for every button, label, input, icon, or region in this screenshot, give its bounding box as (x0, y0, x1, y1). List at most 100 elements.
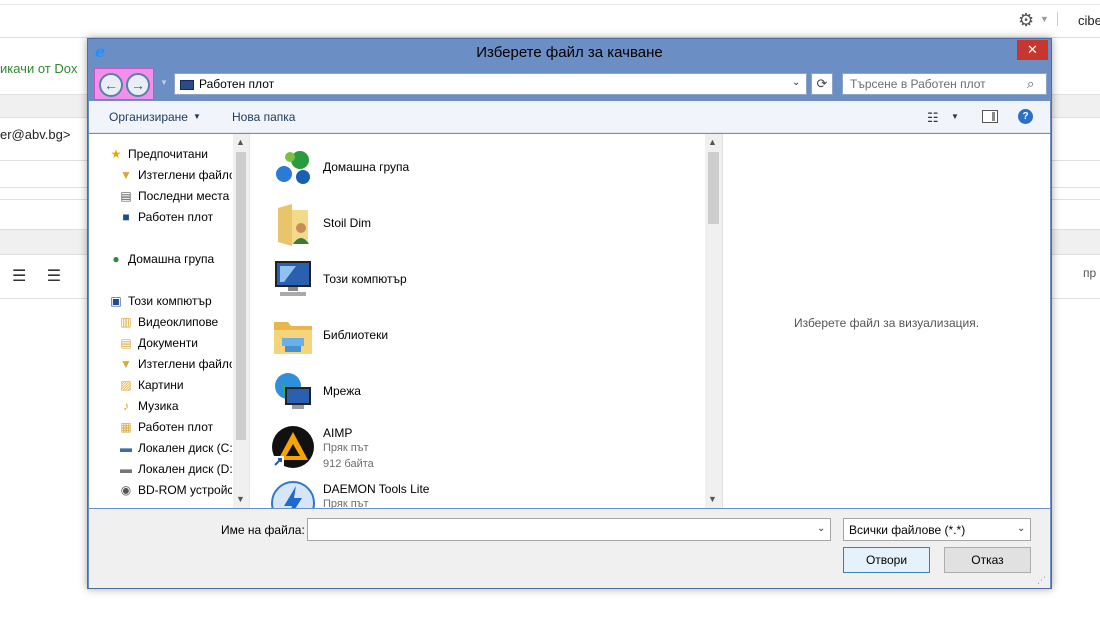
scroll-up-icon[interactable]: ▲ (708, 137, 717, 147)
search-input[interactable]: Търсене в Работен плот ⌕ (842, 73, 1047, 95)
file-type-select[interactable]: Всички файлове (*.*) ⌄ (843, 518, 1031, 541)
nav-item-bd-rom[interactable]: ◉ BD-ROM устройство (119, 480, 232, 500)
nav-item-label: Картини (138, 378, 184, 392)
back-arrow-icon[interactable]: ← (99, 73, 123, 97)
desktop-folder-icon: ▦ (120, 420, 132, 434)
list-item-libraries[interactable]: Библиотеки (268, 308, 698, 364)
list-item-this-pc[interactable]: Този компютър (268, 252, 698, 308)
address-text[interactable]: Работен плот (199, 77, 274, 91)
dox-upload-link[interactable]: икачи от Dox (0, 61, 77, 76)
nav-item-label: Видеоклипове (138, 315, 219, 329)
chevron-down-icon[interactable]: ⌄ (1017, 523, 1025, 534)
new-folder-button[interactable]: Нова папка (232, 110, 295, 124)
list-item-homegroup[interactable]: Домашна група (268, 140, 698, 196)
documents-folder-icon: ▤ (120, 336, 132, 350)
nav-item-label: Домашна група (128, 252, 215, 266)
videos-folder-icon: ▥ (120, 315, 132, 329)
nav-item-label: Този компютър (128, 294, 212, 308)
downloads-folder-icon: ▼ (120, 168, 132, 182)
chevron-down-icon[interactable]: ⌄ (792, 77, 800, 88)
nav-item-local-disk-c[interactable]: ▬ Локален диск (C:) (119, 438, 232, 458)
navigation-scrollbar[interactable]: ▲ ▼ (233, 134, 249, 508)
nav-buttons-group: ← → (94, 68, 154, 100)
nav-item-pictures[interactable]: ▨ Картини (119, 375, 232, 395)
pictures-folder-icon: ▨ (120, 378, 132, 392)
nav-item-local-disk-d[interactable]: ▬ Локален диск (D:) (119, 459, 232, 479)
close-button[interactable]: ✕ (1017, 40, 1048, 60)
navigation-tree: ★ Предпочитани ▼ Изтеглени файлове ▤ Пос… (89, 134, 232, 508)
address-bar[interactable]: Работен плот ⌄ (174, 73, 807, 95)
file-name: DAEMON Tools Lite (323, 482, 430, 496)
scroll-up-icon[interactable]: ▲ (236, 137, 245, 147)
file-upload-dialog: e Изберете файл за качване ✕ ← → ▼ Работ… (87, 38, 1052, 589)
organize-button[interactable]: Организиране (109, 110, 188, 124)
list-item-network[interactable]: Мрежа (268, 364, 698, 420)
file-type: Пряк път (323, 498, 369, 508)
recent-locations-dropdown-icon[interactable]: ▼ (160, 78, 168, 87)
nav-item-documents[interactable]: ▤ Документи (119, 333, 232, 353)
nav-item-label: BD-ROM устройство (138, 483, 232, 497)
divider (1057, 12, 1058, 26)
nav-item-label: Локален диск (C:) (138, 441, 232, 455)
nav-item-downloads[interactable]: ▼ Изтеглени файлове (119, 165, 232, 185)
homegroup-icon: ● (112, 252, 120, 266)
computer-icon (275, 261, 311, 296)
chevron-down-icon[interactable]: ▼ (1040, 14, 1049, 24)
nav-item-label: Предпочитани (128, 147, 208, 161)
nav-item-favorites[interactable]: ★ Предпочитани (109, 144, 232, 164)
nav-item-label: Изтеглени файлове (138, 168, 232, 182)
filename-label: Име на файла: (221, 523, 305, 537)
chevron-down-icon[interactable]: ▼ (951, 112, 959, 121)
nav-item-label: Последни места (138, 189, 230, 203)
nav-item-desktop[interactable]: ■ Работен плот (119, 207, 232, 227)
filename-field[interactable]: ⌄ (307, 518, 831, 541)
list-item-stoil-dim[interactable]: Stoil Dim (268, 196, 698, 252)
chevron-down-icon[interactable]: ▼ (193, 112, 201, 121)
libraries-icon (274, 322, 312, 354)
search-placeholder: Търсене в Работен плот (850, 77, 986, 91)
user-name[interactable]: cibe (1078, 13, 1100, 28)
format-toolbar-icons[interactable]: ☰ ☰ (12, 266, 69, 286)
recent-places-icon: ▤ (120, 189, 132, 203)
navigation-pane: ★ Предпочитани ▼ Изтеглени файлове ▤ Пос… (89, 134, 234, 508)
desktop-icon: ■ (122, 210, 130, 224)
file-type: Пряк път (323, 442, 369, 454)
cancel-button[interactable]: Отказ (944, 547, 1031, 573)
bd-rom-icon: ◉ (120, 483, 132, 497)
scrollbar-thumb[interactable] (708, 152, 719, 224)
nav-item-downloads-2[interactable]: ▼ Изтеглени файлове (119, 354, 232, 374)
list-item-daemon-tools[interactable]: DAEMON Tools Lite Пряк път (268, 476, 698, 508)
file-list-scrollbar[interactable]: ▲ ▼ (705, 134, 722, 508)
view-options-icon[interactable]: ☷ (927, 110, 939, 126)
scrollbar-thumb[interactable] (236, 152, 246, 440)
nav-item-label: Работен плот (138, 420, 214, 434)
chevron-down-icon[interactable]: ⌄ (817, 523, 825, 534)
local-disk-icon: ▬ (120, 462, 132, 476)
recipient-email: er@abv.bg> (0, 127, 71, 142)
forward-arrow-icon[interactable]: → (126, 73, 150, 97)
nav-item-this-pc[interactable]: ▣ Този компютър (109, 291, 232, 311)
local-disk-icon: ▬ (120, 441, 132, 455)
search-icon[interactable]: ⌕ (1027, 76, 1034, 92)
open-button[interactable]: Отвори (843, 547, 930, 573)
music-folder-icon: ♪ (123, 399, 129, 413)
nav-item-videos[interactable]: ▥ Видеоклипове (119, 312, 232, 332)
help-icon[interactable]: ? (1018, 109, 1033, 124)
nav-item-music[interactable]: ♪ Музика (119, 396, 232, 416)
preview-pane-icon[interactable] (982, 110, 998, 123)
homegroup-icon (276, 151, 310, 184)
nav-item-homegroup[interactable]: ● Домашна група (109, 249, 232, 269)
nav-item-label: Документи (138, 336, 198, 350)
list-item-aimp[interactable]: AIMP Пряк път 912 байта (268, 420, 698, 476)
file-name: Домашна група (323, 160, 410, 174)
nav-item-recent-places[interactable]: ▤ Последни места (119, 186, 232, 206)
scroll-down-icon[interactable]: ▼ (236, 494, 245, 504)
scroll-down-icon[interactable]: ▼ (708, 494, 717, 504)
dialog-titlebar[interactable]: e Изберете файл за качване ✕ (88, 39, 1051, 67)
gear-icon[interactable]: ⚙ (1018, 11, 1034, 29)
refresh-icon[interactable]: ⟳ (811, 73, 833, 95)
nav-item-desktop-folder[interactable]: ▦ Работен плот (119, 417, 232, 437)
resize-grip-icon[interactable]: ⋰ (1037, 575, 1046, 586)
dialog-footer: Име на файла: ⌄ Всички файлове (*.*) ⌄ О… (89, 509, 1050, 588)
dialog-toolbar: Организиране ▼ Нова папка ☷ ▼ ? (89, 101, 1050, 133)
